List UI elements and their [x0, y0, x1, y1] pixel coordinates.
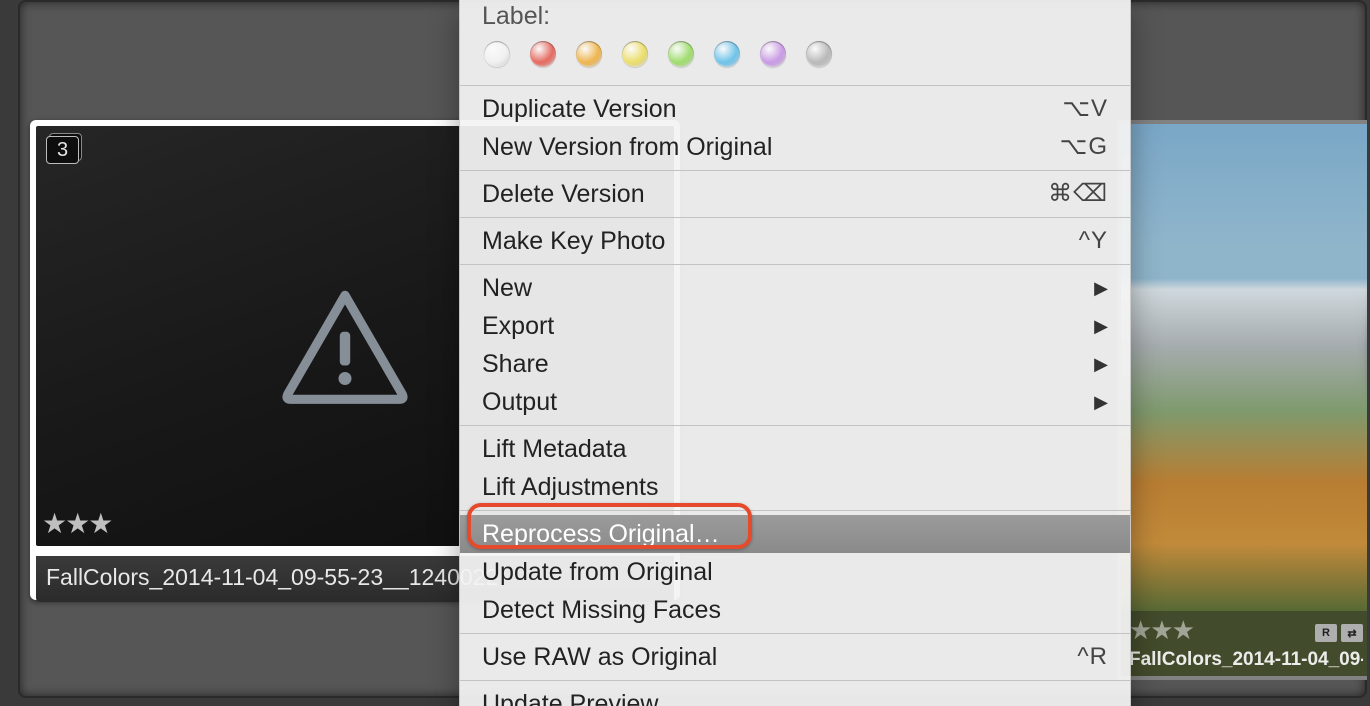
submenu-arrow-icon: ▶: [1094, 271, 1108, 305]
thumbnail-badges: R ⇄: [1315, 624, 1363, 642]
menu-item-label: Lift Metadata: [482, 432, 627, 466]
menu-item-lift-metadata[interactable]: Lift Metadata: [460, 430, 1130, 468]
submenu-arrow-icon: ▶: [1094, 347, 1108, 381]
menu-item-update-from-original[interactable]: Update from Original: [460, 553, 1130, 591]
menu-separator: [460, 510, 1130, 511]
menu-separator: [460, 217, 1130, 218]
menu-item-output[interactable]: Output ▶: [460, 383, 1130, 421]
menu-item-label: Update Preview: [482, 687, 658, 706]
thumbnail-right-overlay: ★★★ R ⇄ FallColors_2014-11-04_09-55-23__…: [1121, 611, 1367, 676]
stack-count-badge: 3: [46, 136, 79, 164]
menu-item-shortcut: ⌥V: [1062, 92, 1108, 126]
menu-separator: [460, 264, 1130, 265]
menu-separator: [460, 425, 1130, 426]
thumbnail-right-caption: FallColors_2014-11-04_09-55-23__124002…: [1129, 649, 1363, 671]
menu-item-shortcut: ⌥G: [1060, 130, 1108, 164]
label-swatch-0[interactable]: [484, 41, 510, 67]
menu-item-make-key-photo[interactable]: Make Key Photo ^Y: [460, 222, 1130, 260]
label-section: Label:: [460, 0, 1130, 81]
warning-icon: [280, 286, 410, 406]
label-swatch-7[interactable]: [806, 41, 832, 67]
menu-item-label: Share: [482, 347, 549, 381]
label-swatch-1[interactable]: [530, 41, 556, 67]
menu-item-use-raw-as-original[interactable]: Use RAW as Original ^R: [460, 638, 1130, 676]
submenu-arrow-icon: ▶: [1094, 309, 1108, 343]
label-swatch-5[interactable]: [714, 41, 740, 67]
menu-item-share[interactable]: Share ▶: [460, 345, 1130, 383]
menu-item-update-preview[interactable]: Update Preview: [460, 685, 1130, 706]
menu-item-label: New: [482, 271, 532, 305]
menu-item-shortcut: ^R: [1077, 640, 1108, 674]
menu-item-label: New Version from Original: [482, 130, 772, 164]
context-menu: Label: Duplicate Version⌥VNew Version fr…: [459, 0, 1131, 706]
menu-item-label: Lift Adjustments: [482, 470, 658, 504]
menu-item-label: Update from Original: [482, 555, 713, 589]
menu-item-reprocess-original[interactable]: Reprocess Original…: [460, 515, 1130, 553]
menu-item-label: Use RAW as Original: [482, 640, 717, 674]
menu-item-label: Detect Missing Faces: [482, 593, 721, 627]
rating-stars: ★★★: [1129, 615, 1193, 646]
menu-item-label: Reprocess Original…: [482, 517, 720, 551]
menu-item-delete-version[interactable]: Delete Version ⌘⌫: [460, 175, 1130, 213]
menu-item-label: Delete Version: [482, 177, 645, 211]
submenu-arrow-icon: ▶: [1094, 385, 1108, 419]
label-swatch-2[interactable]: [576, 41, 602, 67]
label-swatch-6[interactable]: [760, 41, 786, 67]
menu-separator: [460, 85, 1130, 86]
menu-item-shortcut: ^Y: [1079, 224, 1108, 258]
thumbnail-right[interactable]: ★★★ R ⇄ FallColors_2014-11-04_09-55-23__…: [1117, 120, 1367, 680]
menu-item-shortcut: ⌘⌫: [1048, 177, 1108, 211]
menu-item-label: Duplicate Version: [482, 92, 677, 126]
menu-item-label: Make Key Photo: [482, 224, 665, 258]
rating-stars: ★★★: [42, 507, 111, 540]
menu-separator: [460, 633, 1130, 634]
menu-item-label: Export: [482, 309, 554, 343]
menu-item-export[interactable]: Export ▶: [460, 307, 1130, 345]
menu-item-label: Output: [482, 385, 557, 419]
label-swatch-4[interactable]: [668, 41, 694, 67]
menu-item-duplicate-version[interactable]: Duplicate Version ⌥V: [460, 90, 1130, 128]
label-swatch-3[interactable]: [622, 41, 648, 67]
menu-item-detect-missing-faces[interactable]: Detect Missing Faces: [460, 591, 1130, 629]
menu-separator: [460, 680, 1130, 681]
adjustments-badge: ⇄: [1341, 624, 1363, 642]
menu-item-lift-adjustments[interactable]: Lift Adjustments: [460, 468, 1130, 506]
label-swatches: [482, 41, 1108, 67]
raw-badge: R: [1315, 624, 1337, 642]
menu-item-new-version-from-original[interactable]: New Version from Original ⌥G: [460, 128, 1130, 166]
menu-item-new[interactable]: New ▶: [460, 269, 1130, 307]
menu-separator: [460, 170, 1130, 171]
label-heading: Label:: [482, 2, 1108, 31]
